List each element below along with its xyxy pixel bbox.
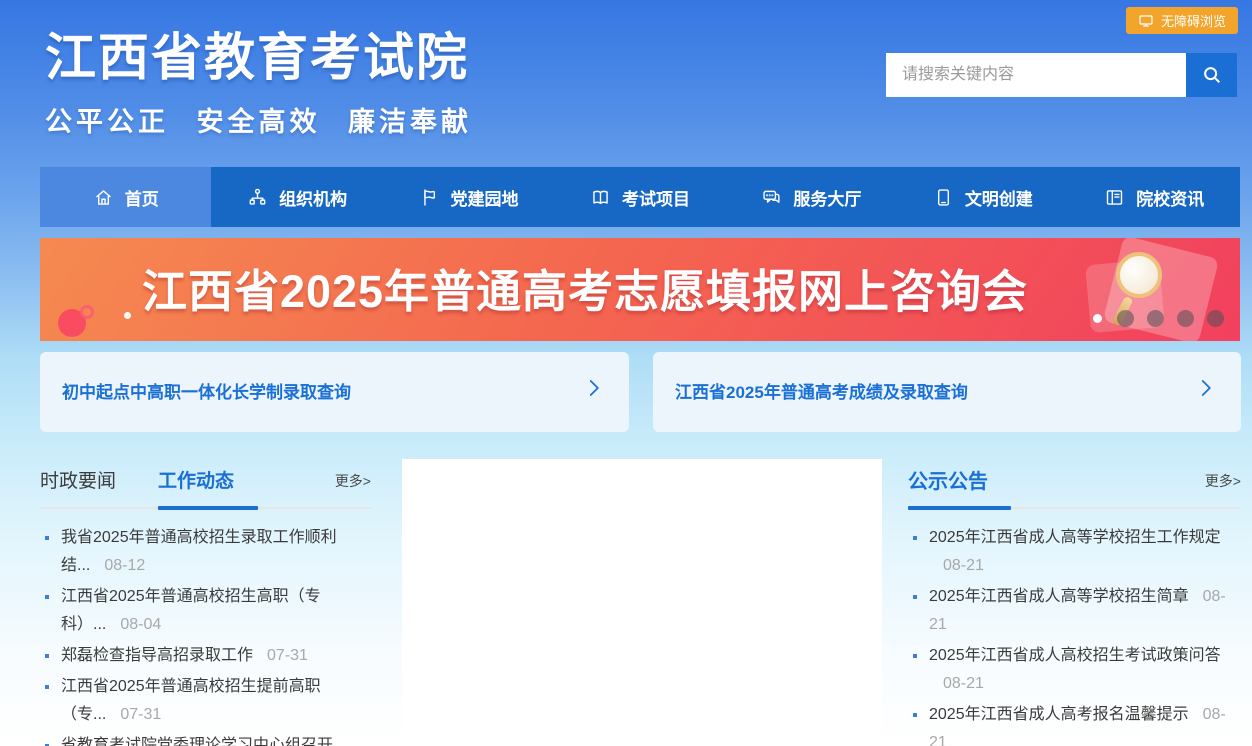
nav-item[interactable]: 服务大厅 xyxy=(726,167,897,227)
notice-list-item[interactable]: 2025年江西省成人高校招生考试政策问答08-21 xyxy=(908,642,1241,698)
nav-item[interactable]: 组织机构 xyxy=(211,167,382,227)
accessibility-label: 无障碍浏览 xyxy=(1161,11,1226,30)
book-icon xyxy=(590,187,611,208)
carousel-dot[interactable] xyxy=(1117,310,1134,327)
search-input[interactable] xyxy=(886,53,1186,97)
nav-item-label: 文明创建 xyxy=(965,185,1033,210)
site-slogan: 公平公正 安全高效 廉洁奉献 xyxy=(45,100,472,139)
site-logo: 江西省教育考试院 公平公正 安全高效 廉洁奉献 xyxy=(45,16,472,139)
chevron-right-icon xyxy=(581,375,607,401)
chat-icon xyxy=(761,187,782,208)
news-list-item[interactable]: 江西省2025年普通高校招生提前高职（专...07-31 xyxy=(40,673,371,729)
news-list-item[interactable]: 我省2025年普通高校招生录取工作顺利结...08-12 xyxy=(40,524,371,580)
banner-deco-dot xyxy=(124,312,131,319)
nav-item[interactable]: 党建园地 xyxy=(383,167,554,227)
carousel-dot[interactable] xyxy=(1177,310,1194,327)
banner-title: 江西省2025年普通高考志愿填报网上咨询会 xyxy=(40,254,1130,319)
home-icon xyxy=(93,187,114,208)
nav-item-label: 党建园地 xyxy=(451,185,519,210)
notice-list-item[interactable]: 2025年江西省成人高等学校招生工作规定08-21 xyxy=(908,524,1241,580)
news-list-item[interactable]: 江西省2025年普通高校招生高职（专科）...08-04 xyxy=(40,583,371,639)
search-button[interactable] xyxy=(1186,53,1237,97)
notice-list-item[interactable]: 2025年江西省成人高等学校招生简章08-21 xyxy=(908,583,1241,639)
search-icon xyxy=(1201,64,1223,86)
nav-item-label: 院校资讯 xyxy=(1136,185,1204,210)
news-list-item[interactable]: 郑磊检查指导高招录取工作07-31 xyxy=(40,642,371,670)
active-tab-underline xyxy=(158,506,258,510)
main-nav: 首页 组织机构 党建园地 考试项目 xyxy=(40,167,1240,227)
nav-item-label: 服务大厅 xyxy=(793,185,861,210)
news-icon xyxy=(1104,187,1125,208)
nav-item[interactable]: 文明创建 xyxy=(897,167,1068,227)
nav-item-label: 考试项目 xyxy=(622,185,690,210)
notices-header: 公示公告 更多> xyxy=(908,458,1241,509)
notice-list-item[interactable]: 2025年江西省成人高考报名温馨提示08-21 xyxy=(908,701,1241,746)
banner-deco-dot xyxy=(1093,314,1102,323)
nav-item[interactable]: 院校资讯 xyxy=(1069,167,1240,227)
site-title: 江西省教育考试院 xyxy=(45,16,472,90)
quick-link-zhongzhi-query[interactable]: 初中起点中高职一体化长学制录取查询 xyxy=(40,352,629,432)
tab-gongzuo-dongtai[interactable]: 工作动态 xyxy=(158,458,234,493)
tablet-icon xyxy=(933,187,954,208)
nav-item[interactable]: 首页 xyxy=(40,167,211,227)
monitor-icon xyxy=(1138,13,1154,29)
notices-section: 公示公告 更多> 2025年江西省成人高等学校招生工作规定08-21 2025年… xyxy=(908,458,1241,746)
search-bar xyxy=(886,53,1237,97)
notices-title: 公示公告 xyxy=(908,458,988,494)
news-more-link[interactable]: 更多> xyxy=(335,458,371,491)
quick-link-label: 江西省2025年普通高考成绩及录取查询 xyxy=(675,364,968,403)
nav-item[interactable]: 考试项目 xyxy=(554,167,725,227)
org-icon xyxy=(247,187,268,208)
nav-item-label: 首页 xyxy=(125,185,159,210)
homepage: 江西省教育考试院 公平公正 安全高效 廉洁奉献 无障碍浏览 首页 组织机构 xyxy=(0,0,1252,746)
notices-list: 2025年江西省成人高等学校招生工作规定08-21 2025年江西省成人高等学校… xyxy=(908,524,1241,746)
notices-title-underline xyxy=(908,506,1011,510)
flag-icon xyxy=(419,187,440,208)
carousel-dot[interactable] xyxy=(1147,310,1164,327)
accessibility-button[interactable]: 无障碍浏览 xyxy=(1126,7,1238,34)
carousel-dots xyxy=(1117,310,1224,327)
tab-shizheng-yaowen[interactable]: 时政要闻 xyxy=(40,458,116,493)
news-list-item[interactable]: 省教育考试院党委理论学习中心组召开... xyxy=(40,732,371,746)
quick-link-label: 初中起点中高职一体化长学制录取查询 xyxy=(62,364,351,403)
quick-link-gaokao-query[interactable]: 江西省2025年普通高考成绩及录取查询 xyxy=(653,352,1241,432)
notices-more-link[interactable]: 更多> xyxy=(1205,458,1241,491)
news-tabs: 时政要闻 工作动态 更多> xyxy=(40,458,371,509)
news-list: 我省2025年普通高校招生录取工作顺利结...08-12 江西省2025年普通高… xyxy=(40,524,371,746)
news-section: 时政要闻 工作动态 更多> 我省2025年普通高校招生录取工作顺利结...08-… xyxy=(40,458,371,746)
nav-item-label: 组织机构 xyxy=(279,185,347,210)
center-image-placeholder xyxy=(402,459,882,746)
carousel-dot[interactable] xyxy=(1207,310,1224,327)
banner-carousel[interactable]: 江西省2025年普通高考志愿填报网上咨询会 xyxy=(40,238,1240,341)
chevron-right-icon xyxy=(1193,375,1219,401)
